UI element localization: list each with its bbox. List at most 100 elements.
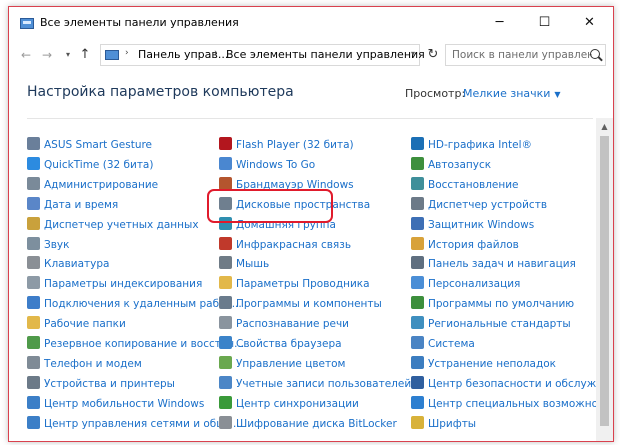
control-panel-item[interactable]: Центр специальных возможностей bbox=[411, 395, 613, 413]
control-panel-item-label[interactable]: Свойства браузера bbox=[236, 338, 342, 350]
control-panel-item[interactable]: Центр мобильности Windows bbox=[27, 395, 204, 413]
control-panel-item-label[interactable]: Система bbox=[428, 338, 475, 350]
control-panel-item-label[interactable]: Рабочие папки bbox=[44, 318, 126, 330]
control-panel-item-label[interactable]: Центр управления сетями и общи... bbox=[44, 418, 243, 430]
control-panel-item[interactable]: Региональные стандарты bbox=[411, 315, 571, 333]
control-panel-item[interactable]: История файлов bbox=[411, 236, 519, 254]
scroll-up-icon[interactable]: ▲ bbox=[596, 118, 613, 135]
control-panel-item-label[interactable]: Шифрование диска BitLocker bbox=[236, 418, 397, 430]
refresh-icon[interactable]: ↻ bbox=[422, 44, 444, 66]
control-panel-item-label[interactable]: Управление цветом bbox=[236, 358, 345, 370]
control-panel-item-label[interactable]: Персонализация bbox=[428, 278, 520, 290]
control-panel-item[interactable]: Рабочие папки bbox=[27, 315, 126, 333]
control-panel-item-label[interactable]: Звук bbox=[44, 239, 69, 251]
control-panel-item-label[interactable]: Дата и время bbox=[44, 199, 118, 211]
control-panel-item[interactable]: Свойства браузера bbox=[219, 335, 342, 353]
control-panel-item[interactable]: Инфракрасная связь bbox=[219, 236, 351, 254]
recent-locations-chevron-icon[interactable]: ▾ bbox=[60, 46, 76, 64]
vertical-scrollbar[interactable]: ▲ bbox=[596, 118, 613, 441]
control-panel-item[interactable]: Центр безопасности и обслужива... bbox=[411, 375, 613, 393]
control-panel-item[interactable]: Шрифты bbox=[411, 415, 476, 433]
breadcrumb-separator-icon[interactable]: › bbox=[125, 48, 129, 58]
control-panel-item[interactable]: Персонализация bbox=[411, 275, 520, 293]
control-panel-item[interactable]: Звук bbox=[27, 236, 69, 254]
control-panel-item[interactable]: Центр управления сетями и общи... bbox=[27, 415, 243, 433]
up-arrow-icon[interactable]: ↑ bbox=[77, 46, 93, 64]
forward-arrow-icon[interactable]: → bbox=[39, 46, 55, 64]
control-panel-item-label[interactable]: Диспетчер устройств bbox=[428, 199, 547, 211]
control-panel-item-label[interactable]: QuickTime (32 бита) bbox=[44, 159, 153, 171]
control-panel-item-label[interactable]: Телефон и модем bbox=[44, 358, 142, 370]
control-panel-item[interactable]: Центр синхронизации bbox=[219, 395, 359, 413]
control-panel-item-label[interactable]: Автозапуск bbox=[428, 159, 491, 171]
control-panel-item-label[interactable]: Центр мобильности Windows bbox=[44, 398, 204, 410]
control-panel-item-label[interactable]: Устранение неполадок bbox=[428, 358, 556, 370]
control-panel-item-label[interactable]: Параметры Проводника bbox=[236, 278, 370, 290]
control-panel-item[interactable]: Клавиатура bbox=[27, 255, 109, 273]
control-panel-item-label[interactable]: Центр синхронизации bbox=[236, 398, 359, 410]
control-panel-item-label[interactable]: Диспетчер учетных данных bbox=[44, 219, 199, 231]
control-panel-item[interactable]: HD-графика Intel® bbox=[411, 136, 532, 154]
control-panel-item[interactable]: Мышь bbox=[219, 255, 269, 273]
control-panel-item[interactable]: Автозапуск bbox=[411, 156, 491, 174]
control-panel-item-label[interactable]: Восстановление bbox=[428, 179, 519, 191]
dropdown-caret-icon[interactable]: ▼ bbox=[554, 90, 560, 99]
control-panel-item-label[interactable]: Защитник Windows bbox=[428, 219, 534, 231]
control-panel-item-label[interactable]: Программы и компоненты bbox=[236, 298, 382, 310]
control-panel-item-label[interactable]: Клавиатура bbox=[44, 258, 109, 270]
address-bar[interactable]: › Панель управ... › Все элементы панели … bbox=[100, 44, 425, 66]
control-panel-item-label[interactable]: Учетные записи пользователей bbox=[236, 378, 411, 390]
control-panel-item-label[interactable]: Резервное копирование и восстан... bbox=[44, 338, 244, 350]
maximize-button[interactable]: ☐ bbox=[522, 7, 567, 39]
control-panel-item[interactable]: Дата и время bbox=[27, 196, 118, 214]
control-panel-item-label[interactable]: Программы по умолчанию bbox=[428, 298, 574, 310]
control-panel-item-label[interactable]: Flash Player (32 бита) bbox=[236, 139, 354, 151]
control-panel-item[interactable]: Программы и компоненты bbox=[219, 295, 382, 313]
control-panel-item-label[interactable]: Мышь bbox=[236, 258, 269, 270]
control-panel-item-label[interactable]: Региональные стандарты bbox=[428, 318, 571, 330]
control-panel-item-label[interactable]: ASUS Smart Gesture bbox=[44, 139, 152, 151]
control-panel-item-label[interactable]: Инфракрасная связь bbox=[236, 239, 351, 251]
control-panel-item-label[interactable]: Администрирование bbox=[44, 179, 158, 191]
control-panel-item-label[interactable]: Шрифты bbox=[428, 418, 476, 430]
control-panel-item-label[interactable]: Параметры индексирования bbox=[44, 278, 202, 290]
control-panel-item[interactable]: Диспетчер устройств bbox=[411, 196, 547, 214]
control-panel-item[interactable]: Управление цветом bbox=[219, 355, 345, 373]
control-panel-item[interactable]: QuickTime (32 бита) bbox=[27, 156, 153, 174]
control-panel-item[interactable]: Защитник Windows bbox=[411, 216, 534, 234]
control-panel-item-label[interactable]: Распознавание речи bbox=[236, 318, 349, 330]
search-icon[interactable] bbox=[590, 49, 600, 59]
control-panel-item[interactable]: Телефон и модем bbox=[27, 355, 142, 373]
control-panel-item[interactable]: Flash Player (32 бита) bbox=[219, 136, 354, 154]
control-panel-item[interactable]: Шифрование диска BitLocker bbox=[219, 415, 397, 433]
view-mode-dropdown[interactable]: Мелкие значки ▼ bbox=[463, 87, 561, 100]
control-panel-item[interactable]: Резервное копирование и восстан... bbox=[27, 335, 244, 353]
control-panel-item-label[interactable]: Центр безопасности и обслужива... bbox=[428, 378, 613, 390]
control-panel-item-label[interactable]: Панель задач и навигация bbox=[428, 258, 576, 270]
control-panel-item[interactable]: Панель задач и навигация bbox=[411, 255, 576, 273]
breadcrumb-separator-icon[interactable]: › bbox=[214, 48, 218, 58]
control-panel-item-label[interactable]: HD-графика Intel® bbox=[428, 139, 532, 151]
minimize-button[interactable]: ─ bbox=[477, 7, 522, 39]
control-panel-item[interactable]: Windows To Go bbox=[219, 156, 315, 174]
control-panel-item-label[interactable]: Windows To Go bbox=[236, 159, 315, 171]
control-panel-item-label[interactable]: Центр специальных возможностей bbox=[428, 398, 613, 410]
control-panel-item[interactable]: Администрирование bbox=[27, 176, 158, 194]
control-panel-item[interactable]: Программы по умолчанию bbox=[411, 295, 574, 313]
control-panel-item[interactable]: Восстановление bbox=[411, 176, 519, 194]
control-panel-item-label[interactable]: Подключения к удаленным рабоч... bbox=[44, 298, 242, 310]
control-panel-item[interactable]: Система bbox=[411, 335, 475, 353]
scroll-thumb[interactable] bbox=[600, 136, 609, 426]
control-panel-item[interactable]: Устройства и принтеры bbox=[27, 375, 175, 393]
search-input[interactable] bbox=[446, 45, 592, 65]
control-panel-item[interactable]: Диспетчер учетных данных bbox=[27, 216, 199, 234]
control-panel-item-label[interactable]: Устройства и принтеры bbox=[44, 378, 175, 390]
control-panel-item-label[interactable]: История файлов bbox=[428, 239, 519, 251]
control-panel-item[interactable]: Параметры Проводника bbox=[219, 275, 370, 293]
control-panel-item[interactable]: Параметры индексирования bbox=[27, 275, 202, 293]
back-arrow-icon[interactable]: ← bbox=[18, 46, 34, 64]
breadcrumb-all-items[interactable]: Все элементы панели управления bbox=[226, 48, 425, 61]
control-panel-item[interactable]: Подключения к удаленным рабоч... bbox=[27, 295, 242, 313]
close-button[interactable]: ✕ bbox=[567, 7, 612, 39]
search-box[interactable] bbox=[445, 44, 606, 66]
